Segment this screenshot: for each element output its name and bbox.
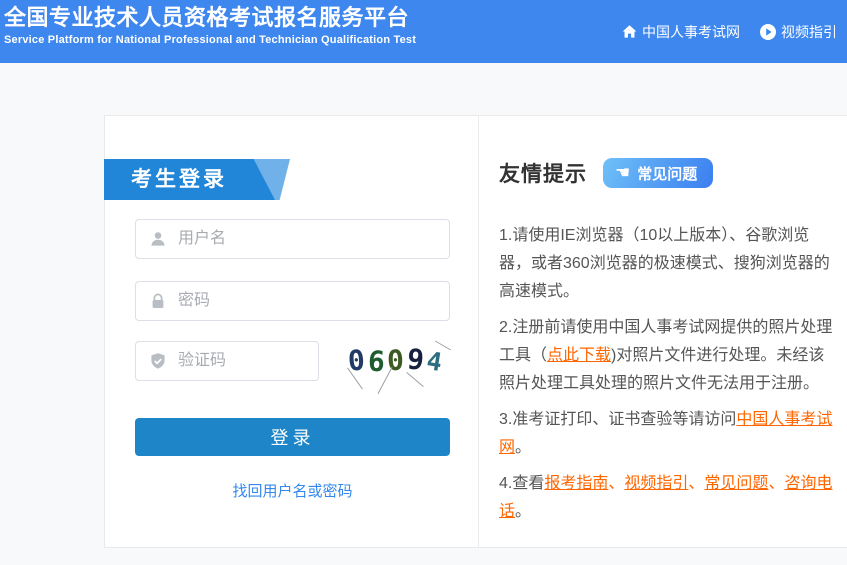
header-nav: 中国人事考试网 视频指引 <box>622 0 847 63</box>
shield-check-icon <box>149 352 167 375</box>
captcha-digit: 9 <box>406 345 425 374</box>
tip-paragraph: 3.准考证打印、证书查验等请访问中国人事考试网。 <box>499 406 833 462</box>
nav-link-label: 中国人事考试网 <box>642 22 740 42</box>
site-branding: 全国专业技术人员资格考试报名服务平台 Service Platform for … <box>0 0 416 63</box>
tip-text: 3.准考证打印、证书查验等请访问 <box>499 411 736 428</box>
tip-text: 、 <box>768 475 784 492</box>
captcha-digit: 4 <box>425 348 444 378</box>
tip-paragraph: 2.注册前请使用中国人事考试网提供的照片处理工具（点此下载)对照片文件进行处理。… <box>499 314 833 398</box>
nav-link-cpta[interactable]: 中国人事考试网 <box>622 22 740 42</box>
tips-panel: 友情提示 ☚ 常见问题 1.请使用IE浏览器（10以上版本）、谷歌浏览器，或者3… <box>479 116 847 547</box>
tip-text: 1.请使用IE浏览器（10以上版本）、谷歌浏览器，或者360浏览器的极速模式、搜… <box>499 227 830 300</box>
site-title: 全国专业技术人员资格考试报名服务平台 <box>4 6 416 30</box>
pointing-hand-icon: ☚ <box>615 164 630 181</box>
captcha-digits: 06094 <box>348 347 443 375</box>
tips-title: 友情提示 <box>499 158 587 188</box>
faq-button[interactable]: ☚ 常见问题 <box>603 158 713 188</box>
site-subtitle: Service Platform for National Profession… <box>4 34 416 46</box>
tip-text: 4.查看 <box>499 475 544 492</box>
tip-text: 。 <box>515 503 531 520</box>
tip-paragraph: 1.请使用IE浏览器（10以上版本）、谷歌浏览器，或者360浏览器的极速模式、搜… <box>499 222 833 306</box>
forgot-credentials-link[interactable]: 找回用户名或密码 <box>232 483 352 500</box>
captcha-row: 06094 <box>135 341 450 389</box>
nav-link-video-guide[interactable]: 视频指引 <box>760 22 837 42</box>
tip-text: 。 <box>515 439 531 456</box>
tip-link[interactable]: 报考指南 <box>544 475 608 492</box>
tip-text: 、 <box>688 475 704 492</box>
login-button[interactable]: 登录 <box>135 418 450 456</box>
forgot-row: 找回用户名或密码 <box>135 480 450 501</box>
password-row <box>135 281 450 321</box>
tip-text: 、 <box>608 475 624 492</box>
faq-button-label: 常见问题 <box>637 163 697 184</box>
login-panel: 考生登录 <box>105 116 479 547</box>
main-card: 考生登录 <box>104 115 847 548</box>
tips-header: 友情提示 ☚ 常见问题 <box>499 158 833 188</box>
play-icon <box>760 24 776 40</box>
username-input[interactable] <box>135 219 450 259</box>
tips-list: 1.请使用IE浏览器（10以上版本）、谷歌浏览器，或者360浏览器的极速模式、搜… <box>499 222 833 526</box>
nav-link-label: 视频指引 <box>781 22 837 42</box>
login-panel-title: 考生登录 <box>104 159 275 200</box>
captcha-input-wrap <box>135 341 319 381</box>
tip-link[interactable]: 点此下载 <box>547 347 611 364</box>
login-panel-ribbon: 考生登录 <box>105 159 395 200</box>
user-icon <box>149 230 167 253</box>
username-row <box>135 219 450 259</box>
captcha-digit: 6 <box>367 348 385 377</box>
password-input[interactable] <box>135 281 450 321</box>
site-header: 全国专业技术人员资格考试报名服务平台 Service Platform for … <box>0 0 847 63</box>
login-form: 06094 登录 找回用户名或密码 <box>105 200 478 501</box>
home-icon <box>622 24 637 39</box>
lock-icon <box>149 292 167 315</box>
tip-link[interactable]: 常见问题 <box>704 475 768 492</box>
captcha-image[interactable]: 06094 <box>340 337 450 385</box>
tip-link[interactable]: 视频指引 <box>624 475 688 492</box>
tip-paragraph: 4.查看报考指南、视频指引、常见问题、咨询电话。 <box>499 470 833 526</box>
